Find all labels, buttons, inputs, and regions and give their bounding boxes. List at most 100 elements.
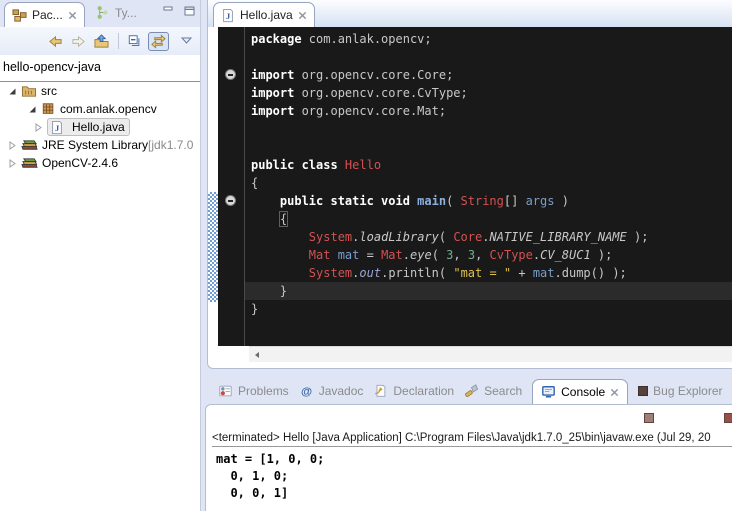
tree-item-label: com.anlak.opencv: [60, 102, 157, 116]
tree-item-hello.java[interactable]: J Hello.java: [0, 118, 200, 136]
collapsed-arrow-icon[interactable]: [8, 159, 18, 168]
code-line[interactable]: Mat mat = Mat.eye( 3, 3, CvType.CV_8UC1 …: [245, 246, 732, 264]
tree-item-label: OpenCV-2.4.6: [42, 156, 118, 170]
collapsed-arrow-icon[interactable]: [8, 141, 18, 150]
tab-package-explorer[interactable]: Pac...: [4, 2, 85, 27]
code-line[interactable]: import org.opencv.core.Mat;: [245, 102, 732, 120]
tab-label: Search: [484, 384, 522, 398]
code-line[interactable]: [245, 48, 732, 66]
back-arrow-icon[interactable]: [47, 34, 64, 49]
svg-text:@: @: [301, 385, 312, 397]
collapsed-arrow-icon[interactable]: [34, 123, 44, 132]
svg-text:J: J: [55, 123, 60, 133]
tree-item-label: JRE System Library: [42, 138, 148, 152]
bottom-tab-bar: Problems @ Javadoc Declaration Search Console…: [205, 377, 732, 404]
tab-console[interactable]: Console: [532, 379, 628, 404]
code-line[interactable]: public class Hello: [245, 156, 732, 174]
tab-label: Console: [561, 385, 605, 399]
java-file-icon: J: [221, 8, 235, 23]
selected-item-box: J Hello.java: [47, 118, 130, 136]
tab-search[interactable]: Search: [464, 384, 522, 398]
close-icon[interactable]: [610, 388, 619, 397]
console-toolbar-icon[interactable]: [644, 413, 654, 423]
forward-arrow-icon[interactable]: [70, 34, 87, 49]
project-root-label[interactable]: hello-opencv-java: [0, 55, 200, 82]
code-line[interactable]: public static void main( String[] args ): [245, 192, 732, 210]
terminate-icon[interactable]: [724, 413, 732, 423]
folding-ruler: [218, 27, 245, 346]
declaration-icon: [373, 384, 388, 398]
eclipse-window: Pac... Ty... hello-opencv-java srccom.an: [0, 0, 732, 511]
tree-item-label: Hello.java: [72, 120, 125, 134]
console-output[interactable]: mat = [1, 0, 0; 0, 1, 0; 0, 0, 1]: [216, 451, 324, 502]
tab-label: Bug Explorer: [653, 384, 722, 398]
tab-type-hierarchy[interactable]: Ty...: [95, 5, 137, 20]
package-explorer-view: Pac... Ty... hello-opencv-java srccom.an: [0, 0, 201, 511]
tab-hello-java[interactable]: J Hello.java: [213, 2, 315, 27]
editor-body: package com.anlak.opencv; import org.open…: [208, 27, 732, 346]
problems-icon: [218, 384, 233, 398]
tab-problems[interactable]: Problems: [218, 384, 289, 398]
scroll-left-icon[interactable]: [253, 351, 261, 359]
expanded-arrow-icon[interactable]: [8, 87, 18, 96]
package-explorer-icon: [12, 8, 27, 23]
tab-label: Ty...: [115, 6, 137, 20]
library-icon: [21, 156, 38, 171]
editor-tab-bar: J Hello.java: [208, 0, 732, 28]
library-icon: [21, 138, 38, 153]
editor-area: J Hello.java package com.anlak.opencv; im…: [207, 0, 732, 369]
code-line[interactable]: [245, 120, 732, 138]
editor-horizontal-scrollbar[interactable]: [249, 346, 732, 362]
tab-declaration[interactable]: Declaration: [373, 384, 454, 398]
console-view: Problems @ Javadoc Declaration Search Console…: [205, 377, 732, 511]
code-line[interactable]: System.out.println( "mat = " + mat.dump(…: [245, 264, 732, 282]
tab-label: Pac...: [32, 8, 63, 22]
tree-item-jre-system-library[interactable]: JRE System Library [jdk1.7.0: [0, 136, 200, 154]
code-line[interactable]: }: [245, 300, 732, 318]
tree-item-com.anlak.opencv[interactable]: com.anlak.opencv: [0, 100, 200, 118]
code-line[interactable]: package com.anlak.opencv;: [245, 30, 732, 48]
source-folder-icon: [21, 84, 37, 99]
code-editor[interactable]: package com.anlak.opencv; import org.open…: [245, 27, 732, 346]
type-hierarchy-icon: [95, 5, 110, 20]
java-file-icon: J: [50, 120, 64, 135]
tree-item-opencv-2.4.6[interactable]: OpenCV-2.4.6: [0, 154, 200, 172]
tree-item-src[interactable]: src: [0, 82, 200, 100]
link-with-editor-icon[interactable]: [148, 32, 169, 51]
bug-icon: [638, 386, 648, 396]
package-explorer-toolbar: [0, 27, 200, 55]
minimize-icon[interactable]: [163, 6, 174, 16]
code-line[interactable]: import org.opencv.core.Core;: [245, 66, 732, 84]
code-line[interactable]: }: [245, 282, 732, 300]
code-line[interactable]: {: [245, 210, 732, 228]
method-range-indicator: [208, 192, 218, 302]
tab-label: Problems: [238, 384, 289, 398]
javadoc-icon: @: [299, 384, 314, 398]
range-indicator-column: [208, 27, 218, 346]
console-content: <terminated> Hello [Java Application] C:…: [205, 404, 732, 511]
expanded-arrow-icon[interactable]: [28, 105, 38, 114]
code-line[interactable]: [245, 138, 732, 156]
fold-collapse-icon[interactable]: [225, 195, 236, 206]
fold-collapse-icon[interactable]: [225, 69, 236, 80]
tab-label: Javadoc: [319, 384, 364, 398]
left-tab-bar: Pac... Ty...: [0, 0, 201, 27]
close-icon[interactable]: [68, 11, 77, 20]
tab-javadoc[interactable]: @ Javadoc: [299, 384, 364, 398]
collapse-all-icon[interactable]: [127, 34, 142, 48]
toolbar-separator: [118, 33, 119, 49]
maximize-icon[interactable]: [184, 6, 195, 16]
tab-bug-explorer[interactable]: Bug Explorer: [638, 384, 722, 398]
code-line[interactable]: System.loadLibrary( Core.NATIVE_LIBRARY_…: [245, 228, 732, 246]
view-menu-icon[interactable]: [181, 37, 192, 45]
code-line[interactable]: {: [245, 174, 732, 192]
close-icon[interactable]: [298, 11, 307, 20]
console-toolbar: [206, 413, 732, 425]
up-folder-icon[interactable]: [93, 34, 110, 49]
project-tree: hello-opencv-java srccom.anlak.opencvJ He…: [0, 55, 200, 511]
console-icon: [541, 385, 556, 399]
search-icon: [464, 384, 479, 398]
tree-item-label: src: [41, 84, 57, 98]
code-line[interactable]: import org.opencv.core.CvType;: [245, 84, 732, 102]
tab-label: Hello.java: [240, 8, 293, 22]
